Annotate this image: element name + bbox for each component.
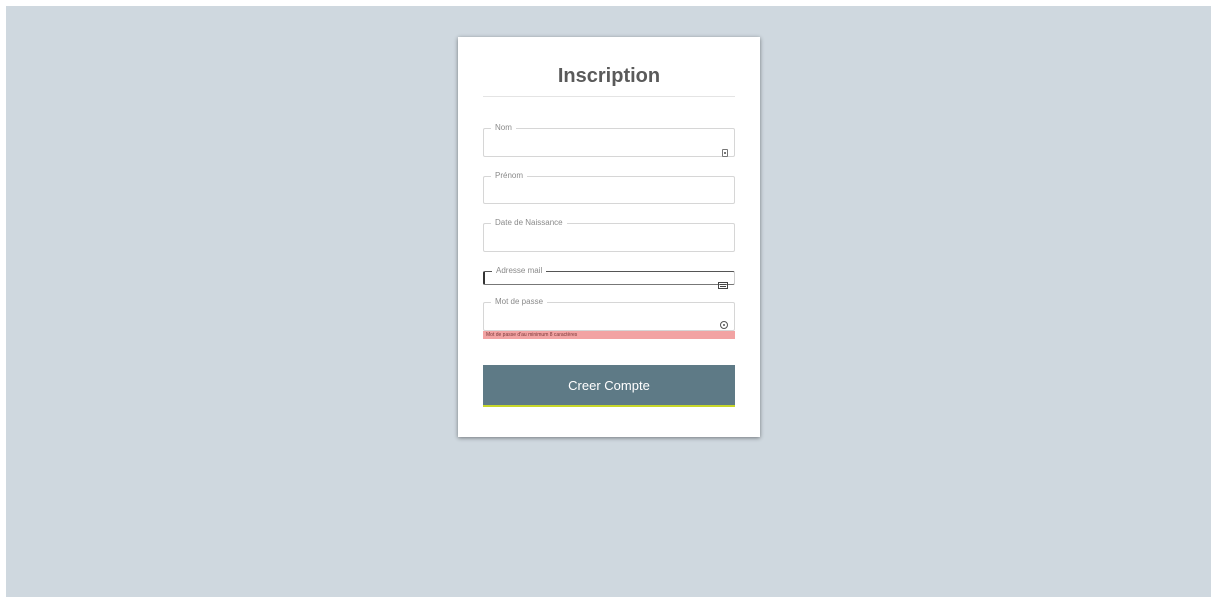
prenom-input[interactable] <box>484 181 734 203</box>
key-icon <box>720 321 728 329</box>
prenom-label: Prénom <box>495 171 524 180</box>
nom-fieldset: Nom <box>483 123 735 157</box>
password-error-message: Mot de passe d'au minimum 8 caractères <box>483 331 735 339</box>
password-input[interactable] <box>484 307 734 329</box>
email-input[interactable] <box>485 276 734 285</box>
date-naissance-fieldset: Date de Naissance <box>483 218 735 252</box>
password-label: Mot de passe <box>495 297 544 306</box>
signup-card: Inscription Nom Prénom Date de Naissance… <box>458 37 760 437</box>
page-background: Inscription Nom Prénom Date de Naissance… <box>6 6 1211 597</box>
title-divider <box>483 96 735 97</box>
date-naissance-input[interactable] <box>484 228 734 250</box>
email-fieldset: Adresse mail <box>483 266 735 289</box>
email-label: Adresse mail <box>496 266 543 275</box>
prenom-fieldset: Prénom <box>483 171 735 204</box>
create-account-button[interactable]: Creer Compte <box>483 365 735 407</box>
page-title: Inscription <box>557 65 661 87</box>
contact-card-icon <box>722 149 728 157</box>
password-fieldset: Mot de passe <box>483 297 735 331</box>
address-card-icon <box>718 282 728 289</box>
nom-input[interactable] <box>484 133 734 155</box>
nom-label: Nom <box>495 123 512 132</box>
date-naissance-label: Date de Naissance <box>495 218 563 227</box>
